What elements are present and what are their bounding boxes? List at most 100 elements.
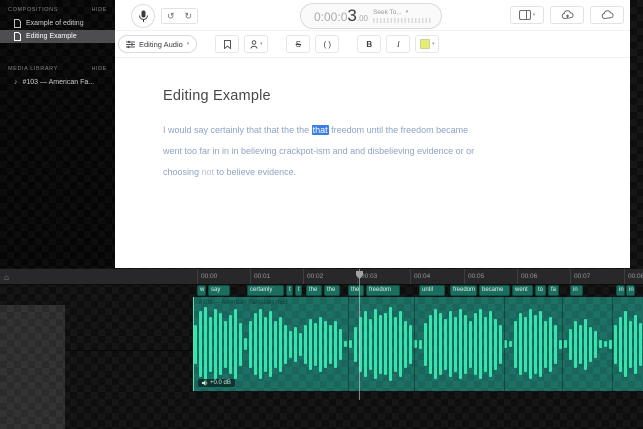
sidebar-item-label: Editing Example	[26, 33, 77, 40]
waveform-bar	[569, 329, 572, 360]
cloud-icon	[601, 10, 614, 20]
editor-panel: ↺ ↻ 0:00:0 3 .00 Seek To... ▾ ▾	[115, 0, 630, 268]
word-chip[interactable]: the	[324, 285, 340, 296]
composition-title[interactable]: Editing Example	[163, 88, 630, 104]
waveform-bar	[404, 321, 407, 368]
ruler-tick: 00:02	[303, 269, 323, 284]
muted-word: not	[202, 167, 215, 177]
playhead-line[interactable]	[359, 269, 360, 400]
bookmark-icon	[224, 40, 231, 49]
timeline-ruler[interactable]: ⌂ 00:0000:0100:0200:0300:0400:0500:0600:…	[0, 269, 643, 285]
waveform-bar	[584, 319, 587, 370]
transport-timer: 0:00:0 3 .00 Seek To... ▾	[300, 3, 442, 29]
record-button[interactable]	[131, 4, 155, 28]
waveform-bar	[599, 340, 602, 348]
bold-button[interactable]: B	[357, 35, 381, 53]
timecode: 0:00:0 3 .00	[301, 6, 368, 26]
speaker-label-dropdown[interactable]: ▾	[244, 35, 268, 53]
waveform-bar	[534, 315, 537, 374]
layout-toggle-button[interactable]: ▾	[510, 6, 544, 24]
waveform-bar	[499, 325, 502, 364]
word-chip[interactable]: became	[479, 285, 510, 296]
editing-mode-dropdown[interactable]: Editing Audio ▾	[118, 35, 197, 53]
zero-amplitude-line	[65, 350, 193, 351]
media-library-label: MEDIA LIBRARY	[8, 66, 58, 72]
waveform-bar	[234, 309, 237, 379]
sync-button[interactable]	[590, 6, 624, 24]
word-chip[interactable]: freedom	[366, 285, 400, 296]
word-chip[interactable]: fa	[548, 285, 559, 296]
clip-boundary[interactable]	[612, 297, 613, 391]
word-chip[interactable]: in	[616, 285, 625, 296]
waveform-bar	[294, 327, 297, 362]
transcript-text[interactable]: I would say certainly that that the the …	[163, 120, 630, 183]
word-chip[interactable]: the	[348, 285, 364, 296]
selected-word[interactable]: that	[312, 125, 329, 135]
word-chip[interactable]: w	[197, 285, 206, 296]
microphone-icon	[138, 10, 149, 23]
sidebar-item-editing-example[interactable]: Editing Example	[0, 30, 115, 43]
waveform-bar	[529, 309, 532, 379]
word-chip[interactable]: to	[535, 285, 546, 296]
word-chip[interactable]: t	[295, 285, 302, 296]
transcript-line[interactable]: choosing not to believe evidence.	[163, 162, 630, 183]
waveform-bar	[514, 321, 517, 368]
waveform-bar	[539, 311, 542, 377]
transcript-line[interactable]: I would say certainly that that the the …	[163, 120, 630, 141]
bookmark-button[interactable]	[215, 35, 239, 53]
word-chip[interactable]: say	[208, 285, 230, 296]
word-chip[interactable]: freedom	[450, 285, 477, 296]
seek-scrubber[interactable]	[373, 18, 431, 23]
word-chip[interactable]: t	[286, 285, 293, 296]
word-chip[interactable]: in	[626, 285, 635, 296]
waveform-bar	[594, 331, 597, 358]
waveform-bar	[364, 311, 367, 377]
strikethrough-button[interactable]: S	[286, 35, 310, 53]
word-chip[interactable]: the	[306, 285, 322, 296]
transcript-line[interactable]: went too far in in in believing crackpot…	[163, 141, 630, 162]
waveform-bar	[224, 321, 227, 368]
waveform-bar	[239, 323, 242, 366]
waveform-bar	[194, 325, 197, 364]
waveform-bar	[604, 341, 607, 347]
top-toolbar: ↺ ↻ 0:00:0 3 .00 Seek To... ▾ ▾	[115, 0, 630, 31]
word-chip[interactable]: until	[419, 285, 445, 296]
seek-to-label: Seek To...	[373, 9, 402, 16]
clip-boundary[interactable]	[414, 297, 415, 391]
parentheses-button[interactable]: ( )	[315, 35, 339, 53]
italic-button[interactable]: I	[386, 35, 410, 53]
waveform-bar	[459, 309, 462, 379]
waveform-bar	[249, 321, 252, 368]
chevron-down-icon: ▾	[187, 42, 190, 47]
waveform	[194, 297, 643, 391]
sliders-icon	[126, 40, 135, 49]
word-chip[interactable]: went	[512, 285, 533, 296]
media-library-header: MEDIA LIBRARY HIDE	[0, 59, 115, 76]
clip-boundary[interactable]	[562, 297, 563, 391]
audio-clip[interactable]: #103 — American Fantasies.mp3 +0.0 dB	[193, 297, 643, 391]
gain-badge[interactable]: +0.0 dB	[198, 379, 235, 387]
compositions-hide-button[interactable]: HIDE	[91, 7, 107, 13]
sidebar-item-label: #103 — American Fa...	[23, 79, 95, 86]
sidebar-item-example-of-editing[interactable]: Example of editing	[0, 17, 115, 30]
share-button[interactable]	[550, 6, 584, 24]
document-icon	[14, 32, 21, 41]
waveform-bar	[379, 315, 382, 374]
transcript-editor[interactable]: Editing Example I would say certainly th…	[115, 58, 630, 183]
timeline: ⌂ 00:0000:0100:0200:0300:0400:0500:0600:…	[0, 268, 643, 400]
highlight-color-dropdown[interactable]: ▾	[415, 35, 439, 53]
sidebar-item-media-file[interactable]: ♪ #103 — American Fa...	[0, 76, 115, 89]
waveform-bar	[329, 325, 332, 364]
redo-icon[interactable]: ↻	[180, 10, 198, 23]
media-library-hide-button[interactable]: HIDE	[91, 66, 107, 72]
highlight-color-swatch	[420, 39, 430, 49]
waveform-bar	[334, 321, 337, 368]
word-chip[interactable]: certainly	[247, 285, 284, 296]
undo-icon[interactable]: ↺	[162, 10, 180, 23]
timeline-home-icon[interactable]: ⌂	[4, 270, 9, 285]
waveform-bar	[639, 323, 642, 366]
word-chip[interactable]: in	[570, 285, 583, 296]
clip-boundary[interactable]	[348, 297, 349, 391]
clip-boundary[interactable]	[504, 297, 505, 391]
seek-to-dropdown[interactable]: Seek To... ▾	[373, 9, 441, 23]
